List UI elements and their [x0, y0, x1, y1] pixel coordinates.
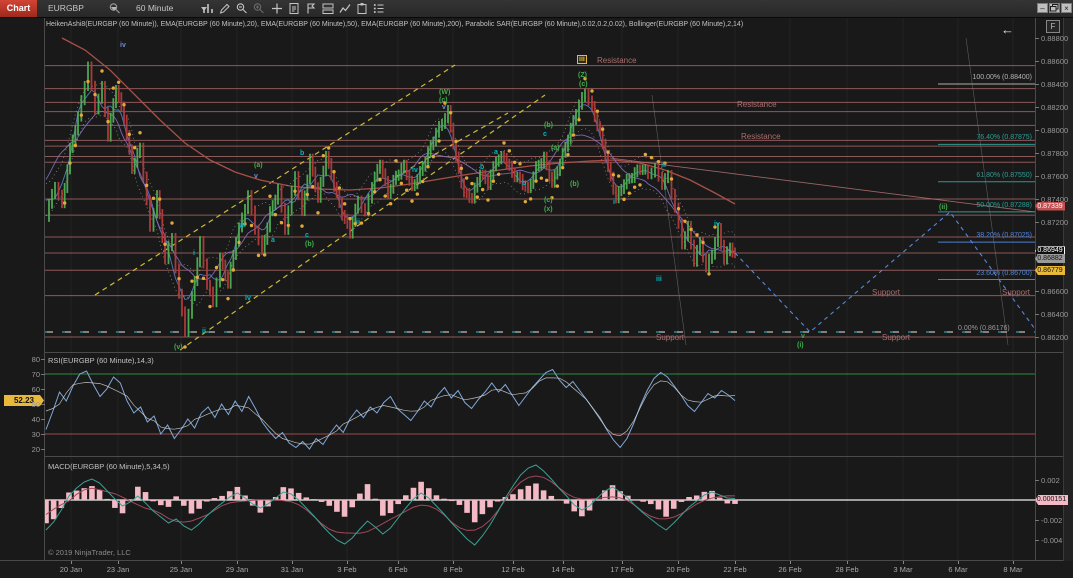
macd-value-badge: 0.000151 [1035, 495, 1068, 505]
chart-toolbar: Chart EURGBP 60 Minute [0, 0, 1073, 18]
date-tick [735, 561, 736, 564]
data-box-icon[interactable] [355, 2, 369, 15]
date-label: 6 Feb [378, 565, 418, 574]
properties-icon[interactable] [372, 2, 386, 15]
date-tick [622, 561, 623, 564]
rsi-label: RSI(EURGBP (60 Minute),14,3) [48, 356, 154, 365]
date-tick [958, 561, 959, 564]
trendline-icon[interactable] [338, 2, 352, 15]
date-label: 29 Jan [217, 565, 257, 574]
date-label: 31 Jan [272, 565, 312, 574]
date-tick [292, 561, 293, 564]
date-tick [181, 561, 182, 564]
interval-value: 60 Minute [136, 3, 173, 13]
panel-separator[interactable] [44, 352, 1063, 353]
price-chart-canvas[interactable] [44, 18, 1035, 352]
price-axis-border [1035, 18, 1036, 578]
search-icon[interactable] [108, 2, 122, 15]
panel-separator[interactable] [44, 456, 1063, 457]
restore-icon [1050, 4, 1059, 12]
date-tick [678, 561, 679, 564]
left-plot-border [44, 18, 45, 560]
rsi-axis-label: 20 [24, 445, 40, 454]
date-tick [118, 561, 119, 564]
macd-axis-label: 0.002 [1041, 476, 1060, 485]
macd-axis-label: -0.002 [1041, 516, 1062, 525]
rsi-axis-label: 40 [24, 415, 40, 424]
price-badge: 0.86779 [1035, 266, 1065, 275]
zoom-in-icon[interactable] [252, 2, 266, 15]
date-label: 3 Feb [327, 565, 367, 574]
date-tick [563, 561, 564, 564]
price-badge: 0.86882 [1035, 254, 1065, 263]
date-label: 8 Mar [993, 565, 1033, 574]
date-label: 8 Feb [433, 565, 473, 574]
date-tick [398, 561, 399, 564]
indicator-label: HeikenAshi8(EURGBP (60 Minute)), EMA(EUR… [46, 21, 743, 28]
alert-icon[interactable] [304, 2, 318, 15]
date-tick [513, 561, 514, 564]
date-label: 12 Feb [493, 565, 533, 574]
minimize-button[interactable]: – [1037, 3, 1048, 13]
time-axis[interactable]: 20 Jan 23 Jan 25 Jan 29 Jan 31 Jan 3 Feb 6 Feb… [0, 561, 1073, 578]
ninjatrader-chart-window: Chart EURGBP 60 Minute [0, 0, 1073, 578]
date-label: 26 Feb [770, 565, 810, 574]
rsi-axis-label: 80 [24, 355, 40, 364]
date-label: 6 Mar [938, 565, 978, 574]
date-label: 17 Feb [602, 565, 642, 574]
fixed-scale-button[interactable]: F [1046, 20, 1060, 33]
rsi-axis-label: 60 [24, 385, 40, 394]
date-tick [1013, 561, 1014, 564]
date-tick [790, 561, 791, 564]
date-tick [237, 561, 238, 564]
macd-label: MACD(EURGBP (60 Minute),5,34,5) [48, 462, 170, 471]
indicator-panel-icon[interactable] [321, 2, 335, 15]
rsi-value-badge: 52.23 [4, 395, 44, 406]
right-scroll-strip[interactable] [1063, 18, 1073, 578]
tab-chart[interactable]: Chart [0, 0, 37, 17]
interval-selector[interactable]: 60 Minute [130, 1, 210, 16]
date-label: 28 Feb [827, 565, 867, 574]
date-label: 14 Feb [543, 565, 583, 574]
instrument-value: EURGBP [48, 3, 84, 13]
date-label: 25 Jan [161, 565, 201, 574]
rsi-panel-canvas[interactable] [44, 353, 1035, 456]
date-tick [903, 561, 904, 564]
date-label: 22 Feb [715, 565, 755, 574]
crosshair-icon[interactable] [270, 2, 284, 15]
zoom-out-icon[interactable] [235, 2, 249, 15]
date-label: 20 Jan [51, 565, 91, 574]
macd-axis-label: -0.004 [1041, 536, 1062, 545]
scroll-back-arrow[interactable]: ← [1001, 22, 1014, 37]
date-label: 23 Jan [98, 565, 138, 574]
rsi-axis-label: 70 [24, 370, 40, 379]
restore-button[interactable] [1049, 3, 1060, 13]
date-tick [71, 561, 72, 564]
date-label: 20 Feb [658, 565, 698, 574]
price-badge: 0.87339 [1035, 202, 1065, 211]
close-button[interactable]: × [1061, 3, 1072, 13]
date-tick [347, 561, 348, 564]
draw-tool-icon[interactable] [218, 2, 232, 15]
date-tick [847, 561, 848, 564]
order-entry-icon[interactable] [287, 2, 301, 15]
date-label: 3 Mar [883, 565, 923, 574]
date-tick [453, 561, 454, 564]
price-badge: 0.86949 [1035, 246, 1065, 255]
copyright-text: © 2019 NinjaTrader, LLC [48, 548, 131, 557]
chart-style-icon[interactable] [201, 2, 215, 15]
rsi-axis-label: 30 [24, 430, 40, 439]
macd-panel-canvas[interactable] [44, 457, 1035, 560]
